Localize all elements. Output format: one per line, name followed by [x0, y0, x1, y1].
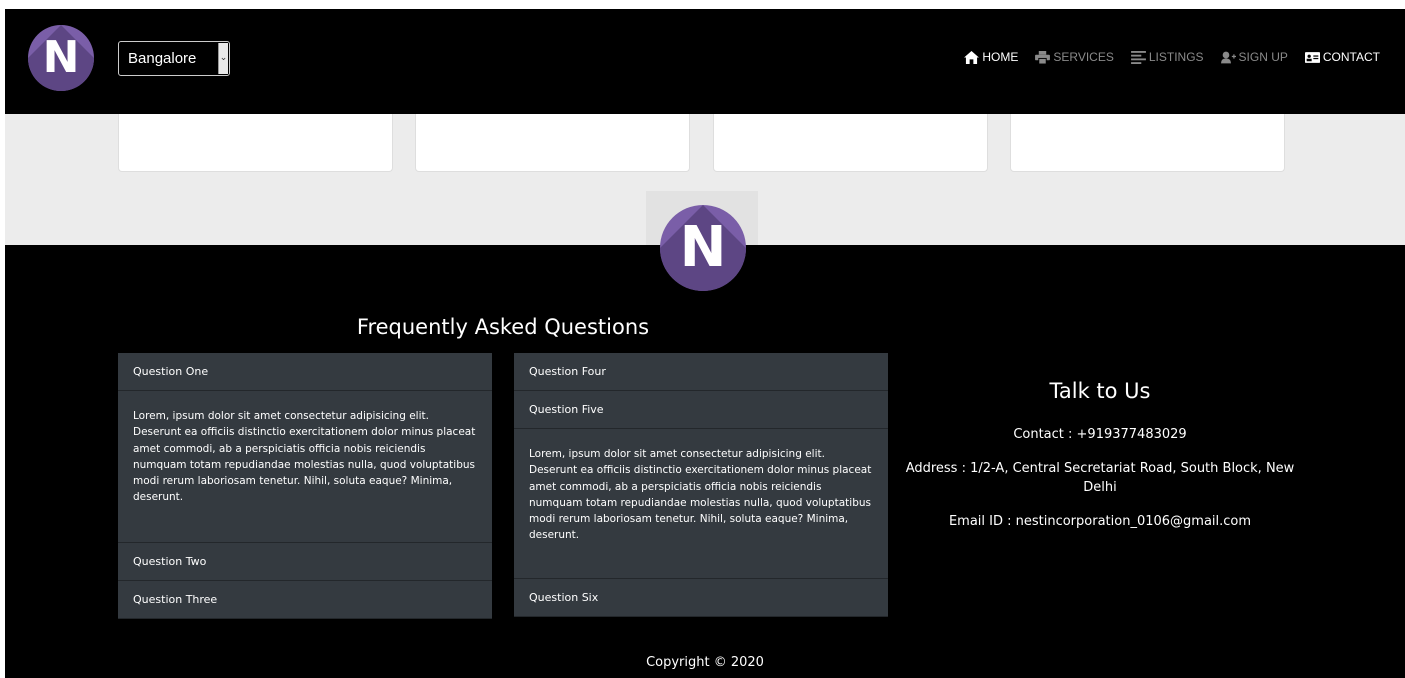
footer-logo-letter: N	[679, 215, 727, 280]
contact-address: Address : 1/2-A, Central Secretariat Roa…	[905, 461, 1295, 495]
nav-services-label: SERVICES	[1053, 50, 1114, 64]
card[interactable]	[415, 114, 690, 172]
nav-contact-label: CONTACT	[1322, 50, 1380, 64]
printer-icon	[1035, 50, 1051, 64]
faq-question[interactable]: Question Six	[514, 579, 888, 617]
contact-email: Email ID : nestincorporation_0106@gmail.…	[948, 514, 1252, 529]
user-plus-icon	[1220, 51, 1236, 63]
talk-to-us: Talk to Us Contact : +919377483029 Addre…	[905, 379, 1295, 546]
nav-listings[interactable]: LISTINGS	[1130, 50, 1204, 64]
navbar: N Bangalore ⌄ HOME SERVICES LISTINGS SIG…	[5, 9, 1405, 114]
id-card-icon	[1304, 51, 1320, 63]
faq-answer: Lorem, ipsum dolor sit amet consectetur …	[118, 391, 492, 543]
faq-question[interactable]: Question Five	[514, 391, 888, 429]
nav-listings-label: LISTINGS	[1148, 50, 1204, 64]
city-select[interactable]: Bangalore ⌄	[118, 41, 230, 76]
card[interactable]	[713, 114, 988, 172]
talk-title: Talk to Us	[1049, 379, 1151, 403]
copyright: Copyright © 2020	[646, 655, 764, 670]
card-row	[118, 114, 1286, 172]
brand-logo[interactable]: N	[28, 25, 94, 91]
nav-services[interactable]: SERVICES	[1035, 50, 1114, 64]
nav-links: HOME SERVICES LISTINGS SIGN UP CONTACT	[964, 50, 1380, 64]
chevron-down-icon: ⌄	[218, 43, 228, 74]
card[interactable]	[118, 114, 393, 172]
faq-accordion-right: Question Four Question Five Lorem, ipsum…	[514, 353, 888, 617]
nav-signup[interactable]: SIGN UP	[1220, 50, 1288, 64]
brand-logo-letter: N	[42, 32, 80, 83]
card[interactable]	[1010, 114, 1285, 172]
home-icon	[964, 50, 980, 64]
faq-question[interactable]: Question Four	[514, 353, 888, 391]
faq-question[interactable]: Question Three	[118, 581, 492, 619]
faq-title: Frequently Asked Questions	[356, 315, 650, 339]
city-select-value: Bangalore	[128, 50, 197, 67]
nav-contact[interactable]: CONTACT	[1304, 50, 1380, 64]
nav-home-label: HOME	[982, 50, 1019, 64]
faq-answer: Lorem, ipsum dolor sit amet consectetur …	[514, 429, 888, 579]
list-icon	[1130, 50, 1146, 64]
nav-home[interactable]: HOME	[964, 50, 1018, 64]
faq-question[interactable]: Question One	[118, 353, 492, 391]
page-viewport: N Bangalore ⌄ HOME SERVICES LISTINGS SIG…	[5, 9, 1405, 678]
contact-phone: Contact : +919377483029	[1013, 427, 1187, 442]
faq-accordion-left: Question One Lorem, ipsum dolor sit amet…	[118, 353, 492, 619]
footer-logo: N	[660, 205, 746, 291]
faq-question[interactable]: Question Two	[118, 543, 492, 581]
nav-signup-label: SIGN UP	[1238, 50, 1288, 64]
